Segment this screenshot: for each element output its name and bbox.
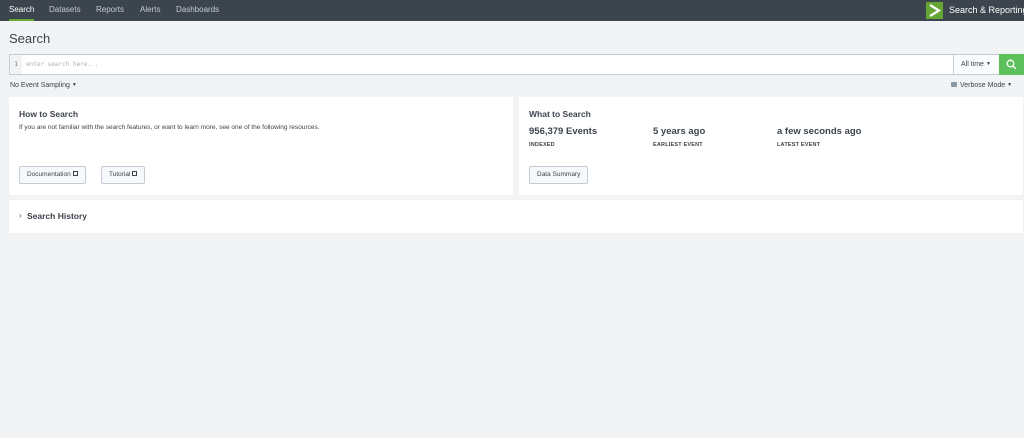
caret-down-icon: ▼ xyxy=(1007,82,1013,88)
search-history-toggle[interactable]: › Search History xyxy=(9,200,1023,233)
tutorial-label: Tutorial xyxy=(109,171,131,178)
top-nav: Search Datasets Reports Alerts Dashboard… xyxy=(0,0,1024,21)
tab-alerts[interactable]: Alerts xyxy=(140,0,160,21)
tab-search[interactable]: Search xyxy=(9,0,35,21)
documentation-button[interactable]: Documentation xyxy=(19,166,86,184)
tab-reports[interactable]: Reports xyxy=(96,0,124,21)
app-name[interactable]: Search & Reporting xyxy=(949,0,1024,21)
data-summary-button[interactable]: Data Summary xyxy=(529,166,589,184)
event-sampling-label: No Event Sampling xyxy=(10,82,70,89)
caret-down-icon: ▼ xyxy=(985,61,991,67)
search-history-label: Search History xyxy=(27,211,87,221)
line-number: 1 xyxy=(10,55,22,74)
greater-than-icon[interactable] xyxy=(926,2,943,19)
earliest-event-value: 5 years ago xyxy=(653,126,706,137)
documentation-label: Documentation xyxy=(27,171,71,178)
chevron-right-icon: › xyxy=(19,211,22,220)
mode-icon xyxy=(951,82,957,87)
indexed-events-value: 956,379 Events xyxy=(529,126,598,137)
event-sampling-dropdown[interactable]: No Event Sampling ▼ xyxy=(10,82,77,89)
search-icon xyxy=(1006,59,1017,70)
latest-event-label: LATEST EVENT xyxy=(777,142,821,148)
tab-datasets[interactable]: Datasets xyxy=(49,0,81,21)
how-to-search-text: If you are not familiar with the search … xyxy=(19,124,320,131)
tutorial-button[interactable]: Tutorial xyxy=(101,166,146,184)
latest-event-value: a few seconds ago xyxy=(777,126,862,137)
what-to-search-panel: What to Search 956,379 Events INDEXED 5 … xyxy=(519,97,1023,195)
what-to-search-title: What to Search xyxy=(529,109,591,119)
page-title: Search xyxy=(9,31,51,46)
search-input[interactable] xyxy=(24,55,950,74)
time-range-picker[interactable]: All time ▼ xyxy=(953,55,999,74)
time-range-label: All time xyxy=(961,61,984,68)
tab-dashboards[interactable]: Dashboards xyxy=(176,0,219,21)
indexed-label: INDEXED xyxy=(529,142,555,148)
how-to-search-panel: How to Search If you are not familiar wi… xyxy=(9,97,513,195)
search-mode-label: Verbose Mode xyxy=(960,82,1006,89)
external-link-icon xyxy=(132,171,138,176)
caret-down-icon: ▼ xyxy=(71,82,77,88)
search-bar: 1 All time▼ xyxy=(9,54,1024,75)
search-button[interactable] xyxy=(999,54,1024,75)
search-mode-dropdown[interactable]: Verbose Mode ▼ xyxy=(951,82,1012,89)
earliest-event-label: EARLIEST EVENT xyxy=(653,142,703,148)
external-link-icon xyxy=(72,171,78,176)
how-to-search-title: How to Search xyxy=(19,109,79,119)
